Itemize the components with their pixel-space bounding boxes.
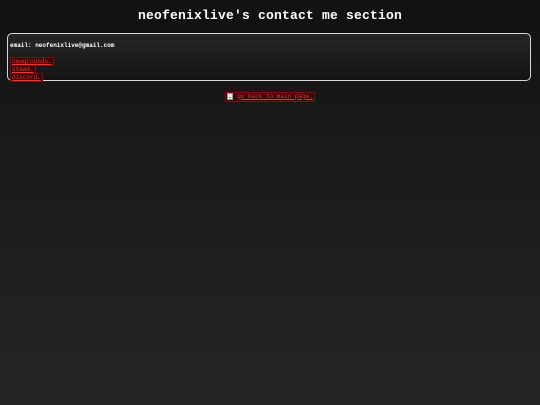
contact-box: email: neofenixlive@gmail.com newgrounds… [7,33,531,82]
discord-link[interactable]: discord. [10,73,43,82]
back-link-label: go back to main page. [237,92,313,100]
broken-image-icon [227,93,234,100]
back-row: go back to main page. [0,87,540,105]
back-to-main-page-link[interactable]: go back to main page. [225,91,315,102]
page-title: neofenixlive's contact me section [137,8,403,23]
email-text: email: neofenixlive@gmail.com [10,42,115,49]
